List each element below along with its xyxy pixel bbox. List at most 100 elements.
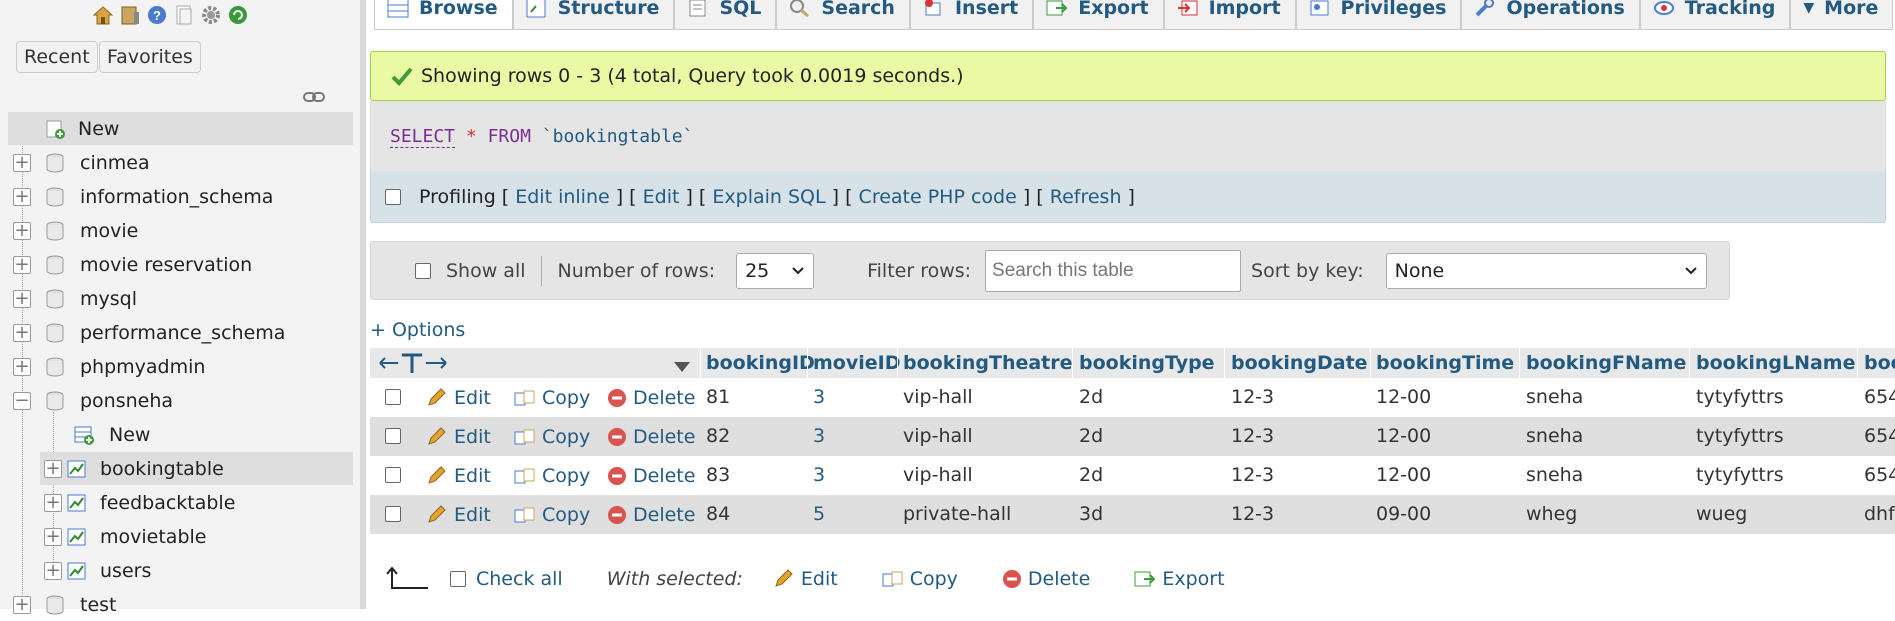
tree-table-users[interactable]: + users	[40, 554, 353, 587]
row-delete-button[interactable]: Delete	[607, 456, 695, 495]
cell-movieid-link[interactable]: 3	[813, 417, 825, 456]
check-all-checkbox[interactable]	[450, 570, 466, 587]
tree-db-cinmea[interactable]: + cinmea	[8, 146, 353, 179]
bulk-edit-button[interactable]: Edit	[773, 559, 838, 598]
expand-icon[interactable]: +	[13, 255, 31, 274]
tree-db-ponsneha[interactable]: − ponsneha	[8, 384, 353, 417]
check-all-label[interactable]: Check all	[476, 568, 563, 590]
tab-tracking[interactable]: Tracking	[1639, 0, 1791, 30]
top-menu-tabs: Browse Structure SQL Search Insert Expor…	[366, 0, 1895, 30]
expand-icon[interactable]: +	[44, 459, 62, 478]
tab-insert[interactable]: Insert	[909, 0, 1034, 30]
tree-new-table[interactable]: New	[8, 418, 353, 451]
bulk-export-button[interactable]: Export	[1134, 559, 1225, 598]
expand-icon[interactable]: +	[44, 527, 62, 546]
cell-movieid-link[interactable]: 3	[813, 378, 825, 417]
tab-operations[interactable]: Operations	[1461, 0, 1640, 30]
column-header[interactable]: bookingTheatre	[899, 348, 1073, 378]
docs-icon[interactable]	[173, 4, 195, 26]
column-header[interactable]: bookingID	[702, 348, 815, 378]
expand-icon[interactable]: +	[13, 221, 31, 240]
row-edit-button[interactable]: Edit	[426, 495, 491, 534]
profiling-checkbox[interactable]	[385, 188, 401, 205]
home-icon[interactable]	[92, 4, 114, 26]
cell-movieid-link[interactable]: 3	[813, 456, 825, 495]
row-delete-button[interactable]: Delete	[607, 378, 695, 417]
row-checkbox[interactable]	[385, 389, 401, 405]
bulk-copy-button[interactable]: Copy	[882, 559, 958, 598]
favorites-tab[interactable]: Favorites	[99, 41, 201, 73]
create-php-code-link[interactable]: Create PHP code	[859, 186, 1017, 208]
link-with-main-icon[interactable]	[303, 86, 325, 108]
tree-db-information-schema[interactable]: + information_schema	[8, 180, 353, 213]
cell-movieid-link[interactable]: 5	[813, 495, 825, 534]
row-copy-button[interactable]: Copy	[514, 456, 590, 495]
row-checkbox[interactable]	[385, 428, 401, 444]
tab-more[interactable]: ▼ More	[1790, 0, 1894, 30]
row-edit-button[interactable]: Edit	[426, 456, 491, 495]
column-header[interactable]: bookingTime	[1372, 348, 1514, 378]
recent-tab[interactable]: Recent	[16, 41, 98, 73]
tab-privileges[interactable]: Privileges	[1295, 0, 1462, 30]
tree-db-performance-schema[interactable]: + performance_schema	[8, 316, 353, 349]
tab-search[interactable]: Search	[776, 0, 910, 30]
tree-new-database[interactable]: New	[8, 112, 353, 145]
row-edit-button[interactable]: Edit	[426, 378, 491, 417]
tab-browse[interactable]: Browse	[374, 0, 513, 30]
row-delete-button[interactable]: Delete	[607, 417, 695, 456]
profiling-bar: Profiling [ Edit inline ] [ Edit ] [ Exp…	[370, 171, 1886, 223]
collapse-icon[interactable]: −	[13, 391, 31, 410]
tree-table-movietable[interactable]: + movietable	[40, 520, 353, 553]
sql-from-keyword: FROM	[487, 126, 531, 147]
column-header[interactable]: bookingFName	[1522, 348, 1686, 378]
bulk-delete-button[interactable]: Delete	[1002, 559, 1090, 598]
row-copy-button[interactable]: Copy	[514, 378, 590, 417]
tree-table-bookingtable[interactable]: + bookingtable	[40, 452, 353, 485]
expand-icon[interactable]: +	[13, 153, 31, 172]
edit-inline-link[interactable]: Edit inline	[515, 186, 609, 208]
column-header[interactable]: boo	[1860, 348, 1895, 378]
column-header[interactable]: bookingDate	[1227, 348, 1368, 378]
db-list-icon[interactable]	[119, 4, 141, 26]
column-arrows-icon[interactable]	[378, 352, 448, 379]
rows-per-page-select[interactable]: 25	[736, 252, 815, 289]
options-link[interactable]: + Options	[370, 319, 465, 341]
tab-import[interactable]: Import	[1163, 0, 1296, 30]
show-all-checkbox[interactable]	[415, 262, 431, 279]
help-icon[interactable]: ?	[146, 4, 168, 26]
tab-structure[interactable]: Structure	[512, 0, 675, 30]
sql-select-keyword[interactable]: SELECT	[390, 126, 456, 148]
row-delete-button[interactable]: Delete	[607, 495, 695, 534]
tree-table-feedbacktable[interactable]: + feedbacktable	[40, 486, 353, 519]
edit-query-link[interactable]: Edit	[643, 186, 680, 208]
sort-by-key-select[interactable]: None	[1385, 252, 1707, 289]
row-copy-button[interactable]: Copy	[514, 495, 590, 534]
column-header[interactable]: bookingType	[1075, 348, 1215, 378]
row-edit-button[interactable]: Edit	[426, 417, 491, 456]
expand-icon[interactable]: +	[44, 561, 62, 580]
tree-db-movie-reservation[interactable]: + movie reservation	[8, 248, 353, 281]
column-header[interactable]: movieID	[809, 348, 900, 378]
row-copy-button[interactable]: Copy	[514, 417, 590, 456]
tab-export[interactable]: Export	[1033, 0, 1164, 30]
column-header[interactable]: bookingLName	[1692, 348, 1856, 378]
expand-icon[interactable]: +	[13, 187, 31, 206]
expand-icon[interactable]: +	[13, 595, 31, 614]
reload-icon[interactable]	[227, 4, 249, 26]
tree-db-mysql[interactable]: + mysql	[8, 282, 353, 315]
expand-icon[interactable]: +	[13, 323, 31, 342]
row-checkbox[interactable]	[385, 467, 401, 483]
tree-db-test[interactable]: + test	[8, 588, 353, 621]
tree-db-movie[interactable]: + movie	[8, 214, 353, 247]
sort-options-icon[interactable]	[673, 357, 691, 379]
settings-icon[interactable]	[200, 4, 222, 26]
row-checkbox[interactable]	[385, 506, 401, 522]
refresh-link[interactable]: Refresh	[1050, 186, 1122, 208]
expand-icon[interactable]: +	[44, 493, 62, 512]
expand-icon[interactable]: +	[13, 357, 31, 376]
filter-rows-input[interactable]	[985, 249, 1242, 292]
tree-db-phpmyadmin[interactable]: + phpmyadmin	[8, 350, 353, 383]
expand-icon[interactable]: +	[13, 289, 31, 308]
tab-sql[interactable]: SQL	[674, 0, 777, 30]
explain-sql-link[interactable]: Explain SQL	[712, 186, 825, 208]
